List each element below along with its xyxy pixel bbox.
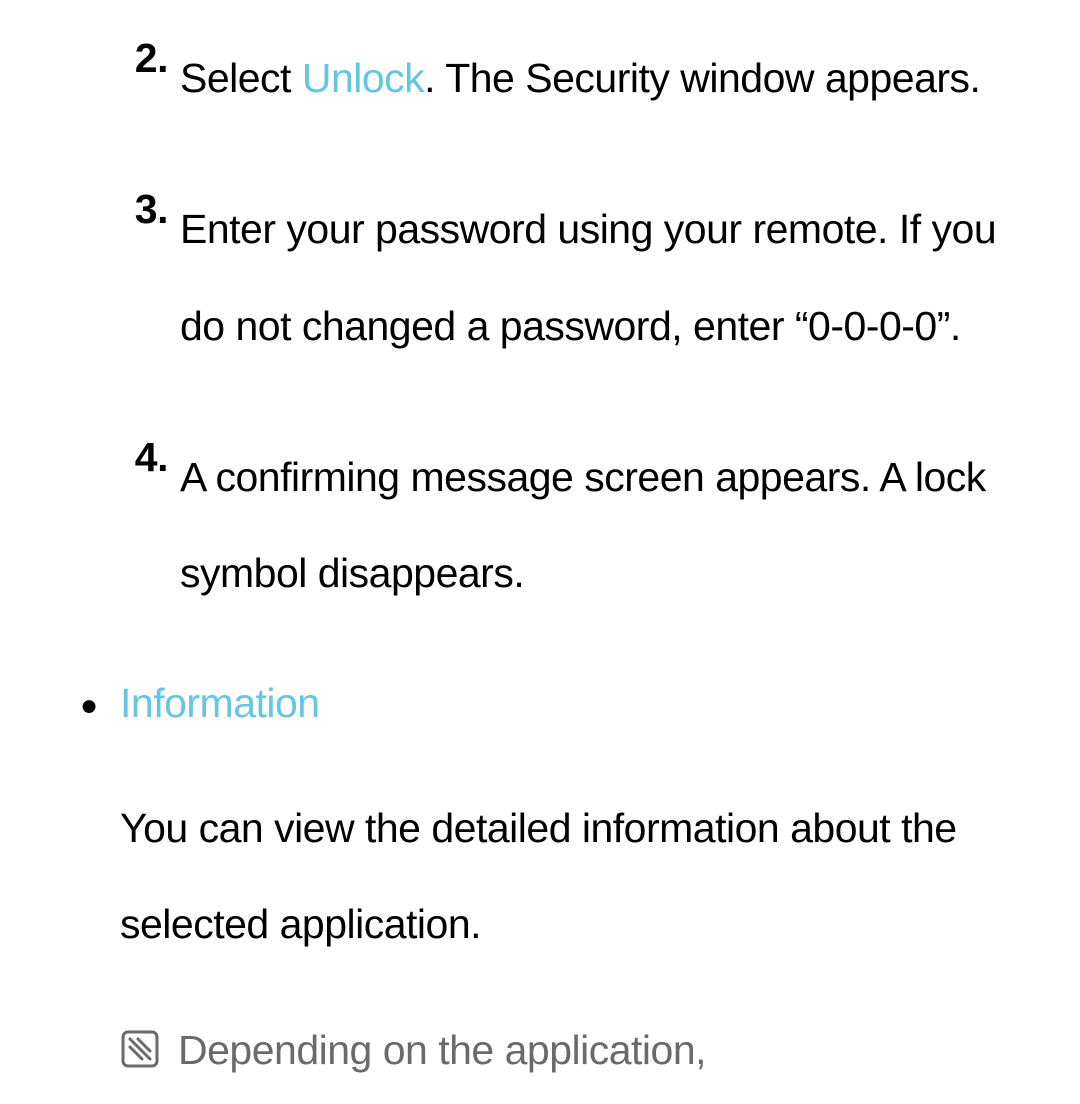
step-marker: 4.: [125, 429, 180, 622]
unlock-highlight: Unlock: [302, 55, 424, 101]
information-note-text: Depending on the application,: [178, 1023, 1025, 1078]
step-text: Select Unlock. The Security window appea…: [180, 30, 1025, 126]
step-text-prefix: Select: [180, 55, 302, 101]
numbered-steps-list: 2. Select Unlock. The Security window ap…: [55, 30, 1025, 622]
step-item-4: 4. A confirming message screen appears. …: [125, 429, 1025, 622]
step-marker: 3.: [125, 181, 180, 374]
step-text-suffix: . The Security window appears.: [424, 55, 980, 101]
step-text: A confirming message screen appears. A l…: [180, 429, 1025, 622]
information-title: Information: [120, 677, 1025, 730]
note-icon: [120, 1023, 178, 1069]
information-section: Information You can view the detailed in…: [55, 677, 1025, 1078]
step-item-2: 2. Select Unlock. The Security window ap…: [125, 30, 1025, 126]
information-body-text: You can view the detailed information ab…: [120, 780, 1025, 973]
bullet-icon: [80, 677, 120, 728]
information-note: Depending on the application,: [120, 1023, 1025, 1078]
step-text: Enter your password using your remote. I…: [180, 181, 1025, 374]
step-item-3: 3. Enter your password using your remote…: [125, 181, 1025, 374]
step-marker: 2.: [125, 30, 180, 126]
